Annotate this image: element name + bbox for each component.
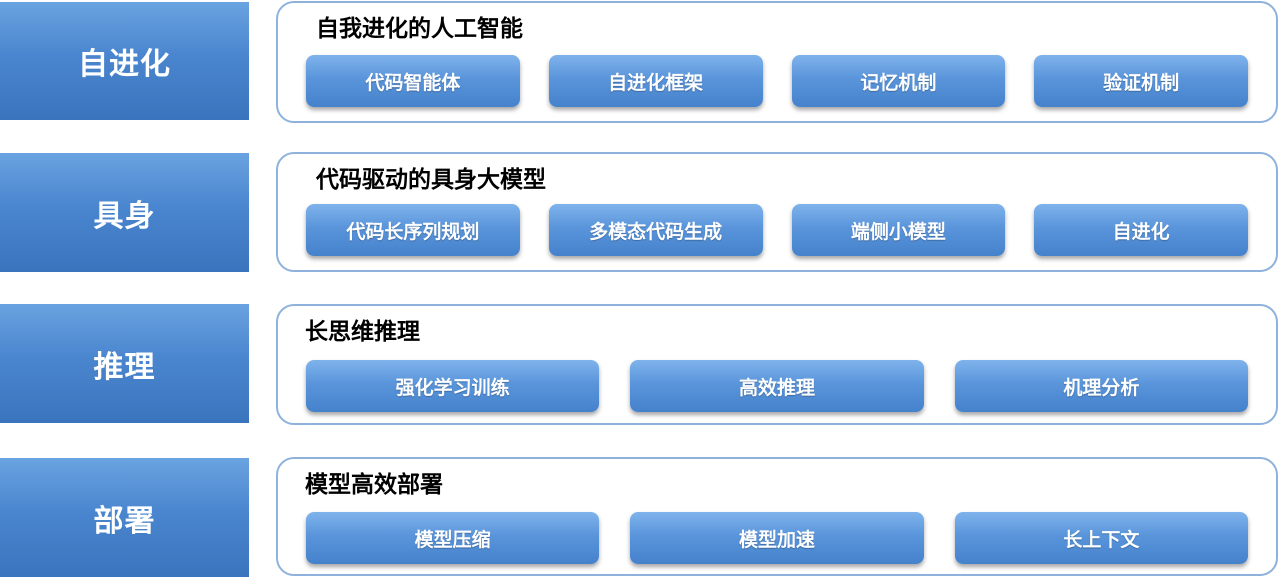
panel-title: 自我进化的人工智能: [316, 16, 523, 42]
panel-title: 长思维推理: [305, 319, 420, 345]
layer-self-evolution: 自进化 自我进化的人工智能 代码智能体 自进化框架 记忆机制 验证机制: [0, 0, 1280, 125]
chip: 代码长序列规划: [306, 204, 520, 256]
layer-panel: 代码驱动的具身大模型 代码长序列规划 多模态代码生成 端侧小模型 自进化: [276, 152, 1278, 272]
chip: 长上下文: [954, 512, 1248, 564]
chip: 模型压缩: [306, 512, 600, 564]
layer-label-text: 部署: [93, 503, 156, 539]
chip: 高效推理: [630, 360, 924, 412]
layer-reasoning: 推理 长思维推理 强化学习训练 高效推理 机理分析: [0, 302, 1280, 427]
chip-group: 强化学习训练 高效推理 机理分析: [306, 360, 1248, 412]
chip: 验证机制: [1034, 55, 1248, 107]
layer-label: 具身: [0, 153, 249, 272]
chip-group: 模型压缩 模型加速 长上下文: [306, 512, 1248, 564]
layer-label: 自进化: [0, 2, 249, 120]
chip: 记忆机制: [791, 55, 1006, 107]
chip: 强化学习训练: [306, 360, 600, 412]
chip-group: 代码智能体 自进化框架 记忆机制 验证机制: [306, 55, 1248, 107]
layer-label-text: 推理: [93, 349, 156, 385]
chip: 代码智能体: [306, 55, 520, 107]
panel-title: 代码驱动的具身大模型: [316, 167, 546, 193]
chip: 端侧小模型: [791, 204, 1006, 256]
chip-group: 代码长序列规划 多模态代码生成 端侧小模型 自进化: [306, 204, 1248, 256]
layer-embodied: 具身 代码驱动的具身大模型 代码长序列规划 多模态代码生成 端侧小模型 自进化: [0, 150, 1280, 275]
layer-deployment: 部署 模型高效部署 模型压缩 模型加速 长上下文: [0, 455, 1280, 577]
chip: 模型加速: [630, 512, 924, 564]
layer-label: 部署: [0, 458, 249, 577]
layer-label-text: 自进化: [78, 47, 171, 82]
layer-label-text: 具身: [93, 198, 156, 234]
chip: 自进化: [1034, 204, 1248, 256]
chip: 多模态代码生成: [548, 204, 763, 256]
chip: 机理分析: [954, 360, 1248, 412]
chip: 自进化框架: [548, 55, 763, 107]
layer-label: 推理: [0, 304, 249, 423]
panel-title: 模型高效部署: [305, 472, 443, 498]
layer-panel: 模型高效部署 模型压缩 模型加速 长上下文: [276, 457, 1278, 576]
layer-panel: 长思维推理 强化学习训练 高效推理 机理分析: [276, 304, 1278, 425]
layer-panel: 自我进化的人工智能 代码智能体 自进化框架 记忆机制 验证机制: [276, 1, 1278, 123]
